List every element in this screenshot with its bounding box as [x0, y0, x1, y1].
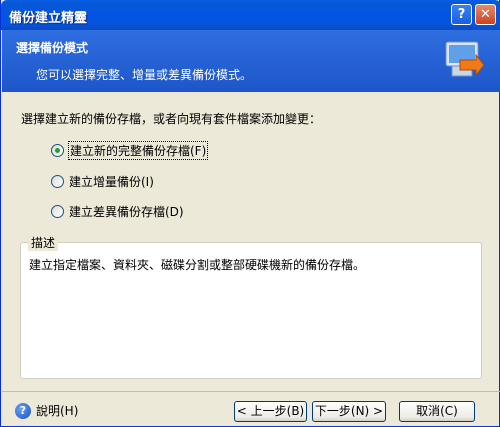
option-differential-backup-label[interactable]: 建立差異備份存檔(D): [69, 203, 184, 220]
step-title: 選擇備份模式: [16, 41, 89, 55]
backup-computer-icon: [445, 41, 484, 77]
wizard-header: 選擇備份模式 您可以選擇完整、增量或差異備份模式。: [2, 30, 500, 92]
footer-divider: [2, 391, 500, 392]
mode-prompt: 選擇建立新的備份存檔，或者向現有套件檔案添加變更：: [21, 112, 322, 126]
title-bar[interactable]: 備份建立精靈 ? ✕: [1, 0, 500, 30]
help-question-icon[interactable]: ?: [15, 402, 31, 419]
option-full-backup[interactable]: 建立新的完整備份存檔(F): [51, 140, 209, 160]
help-label[interactable]: 說明(H): [36, 402, 78, 419]
wizard-window: 備份建立精靈 ? ✕ 選擇備份模式 您可以選擇完整、增量或差異備份模式。 選擇建…: [0, 0, 500, 427]
option-incremental-backup[interactable]: 建立增量備份(I): [51, 172, 154, 190]
help-title-button[interactable]: ?: [451, 4, 472, 25]
description-box: 建立指定檔案、資料夾、磁碟分割或整部硬碟機新的備份存檔。: [20, 242, 482, 379]
step-subtitle: 您可以選擇完整、增量或差異備份模式。: [36, 68, 253, 82]
option-incremental-backup-label[interactable]: 建立增量備份(I): [69, 173, 154, 190]
next-button[interactable]: 下一步(N) >: [312, 401, 386, 422]
radio-incremental-backup[interactable]: [51, 174, 64, 188]
back-button[interactable]: < 上一步(B): [234, 401, 307, 422]
radio-differential-backup[interactable]: [51, 204, 64, 218]
help-button[interactable]: ? 說明(H): [15, 402, 78, 419]
option-differential-backup[interactable]: 建立差異備份存檔(D): [51, 202, 184, 220]
cancel-button[interactable]: 取消(C): [399, 401, 475, 422]
description-text: 建立指定檔案、資料夾、磁碟分割或整部硬碟機新的備份存檔。: [29, 258, 366, 272]
description-label: 描述: [28, 234, 59, 251]
option-full-backup-label[interactable]: 建立新的完整備份存檔(F): [67, 140, 209, 160]
close-button[interactable]: ✕: [475, 4, 496, 25]
window-title: 備份建立精靈: [9, 11, 88, 26]
radio-full-backup[interactable]: [51, 143, 64, 157]
